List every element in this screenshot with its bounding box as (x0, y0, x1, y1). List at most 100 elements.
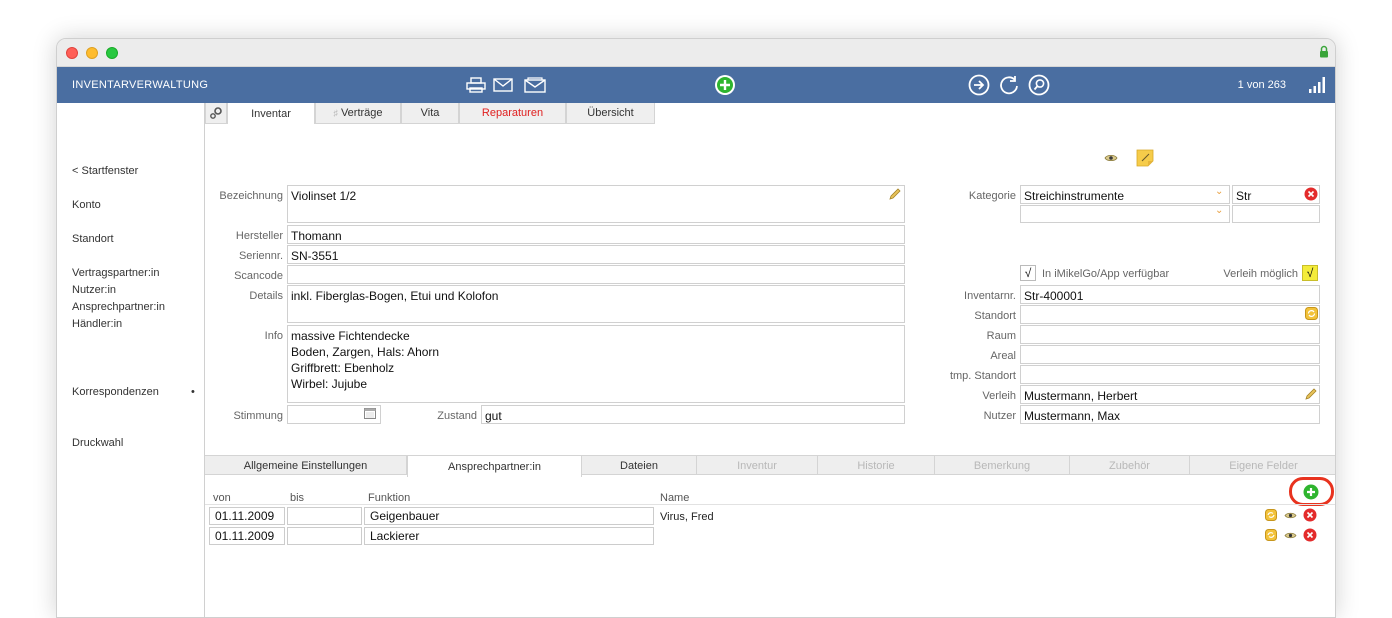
unterkategorie-chevron-icon[interactable]: ⌄ (1215, 205, 1223, 216)
seriennr-label: Seriennr. (238, 250, 283, 262)
sidebar-item-konto[interactable]: Konto (72, 199, 101, 211)
row1-name: Virus, Fred (660, 511, 714, 523)
refresh-icon[interactable] (997, 73, 1021, 97)
app-available-checkbox[interactable]: √ (1020, 265, 1036, 281)
arrow-right-icon[interactable] (967, 73, 991, 97)
row1-bis[interactable] (287, 507, 362, 525)
row2-refresh-icon[interactable] (1265, 529, 1277, 541)
areal-label: Areal (990, 350, 1016, 362)
column-bis: bis (290, 492, 305, 504)
unterkategorie-select[interactable] (1020, 205, 1230, 223)
header-divider (205, 504, 1335, 505)
calendar-icon[interactable] (364, 407, 376, 419)
tab-vertraege[interactable]: ♯ Verträge (315, 103, 401, 124)
subtab-ansprechpartner[interactable]: Ansprechpartner:in (407, 456, 582, 477)
tab-reparaturen[interactable]: Reparaturen (459, 103, 566, 124)
raum-field[interactable] (1020, 325, 1320, 344)
search-icon[interactable] (1027, 73, 1051, 97)
standort-field[interactable] (1020, 305, 1320, 324)
subtab-historie-label: Historie (857, 459, 895, 472)
row1-delete-icon[interactable] (1303, 508, 1317, 522)
sidebar-item-ansprechpartner[interactable]: Ansprechpartner:in (72, 301, 165, 313)
kategorie-chevron-icon[interactable]: ⌄ (1215, 186, 1223, 197)
subtab-eigene-felder: Eigene Felder (1190, 456, 1335, 475)
subtab-bemerkung: Bemerkung (935, 456, 1070, 475)
add-record-icon[interactable] (713, 73, 737, 97)
sidebar-item-haendler[interactable]: Händler:in (72, 318, 122, 330)
row1-funktion[interactable]: Geigenbauer (364, 507, 654, 525)
scancode-label: Scancode (234, 270, 283, 282)
subtab-ansprechpartner-label: Ansprechpartner:in (448, 460, 541, 473)
verleih-pencil-icon[interactable] (1304, 387, 1318, 401)
row2-eye-icon[interactable] (1284, 531, 1297, 540)
tab-uebersicht-label: Übersicht (587, 107, 634, 119)
nutzer-field[interactable]: Mustermann, Max (1020, 405, 1320, 424)
row2-delete-icon[interactable] (1303, 528, 1317, 542)
hersteller-field[interactable]: Thomann (287, 225, 905, 244)
zoom-window-button[interactable] (106, 47, 118, 59)
row1-eye-icon[interactable] (1284, 511, 1297, 520)
printer-icon[interactable] (465, 73, 487, 97)
sidebar-item-startfenster[interactable]: < Startfenster (72, 165, 138, 177)
inventarnr-field[interactable]: Str-400001 (1020, 285, 1320, 304)
row1-refresh-icon[interactable] (1265, 509, 1277, 521)
close-window-button[interactable] (66, 47, 78, 59)
row2-bis[interactable] (287, 527, 362, 545)
gears-icon (210, 107, 222, 119)
seriennr-field[interactable]: SN-3551 (287, 245, 905, 264)
sidebar-item-standort[interactable]: Standort (72, 233, 114, 245)
tab-vertraege-label: Verträge (340, 107, 383, 119)
minimize-window-button[interactable] (86, 47, 98, 59)
sidebar-item-korrespondenzen[interactable]: Korrespondenzen (72, 386, 159, 398)
subtab-zubehoer-label: Zubehör (1109, 459, 1150, 472)
verleih-field[interactable]: Mustermann, Herbert (1020, 385, 1320, 404)
mail-open-icon[interactable] (523, 73, 547, 97)
row2-funktion[interactable]: Lackierer (364, 527, 654, 545)
note-icon[interactable] (1136, 149, 1154, 167)
subtab-inventur: Inventur (697, 456, 818, 475)
zustand-field[interactable]: gut (481, 405, 905, 424)
details-label: Details (249, 290, 283, 302)
bezeichnung-label: Bezeichnung (219, 190, 283, 202)
row1-von[interactable]: 01.11.2009 (209, 507, 285, 525)
eye-icon[interactable] (1104, 153, 1118, 163)
verleih-moeglich-checkbox[interactable]: √ (1302, 265, 1318, 281)
tab-vita[interactable]: Vita (401, 103, 459, 124)
tab-inventar[interactable]: Inventar (227, 103, 315, 124)
subtab-allgemein[interactable]: Allgemeine Einstellungen (205, 456, 407, 475)
unterkategorie-code-field[interactable] (1232, 205, 1320, 223)
sidebar-item-nutzer[interactable]: Nutzer:in (72, 284, 116, 296)
inventarnr-label: Inventarnr. (964, 290, 1016, 302)
sidebar: < Startfenster Konto Standort Vertragspa… (57, 103, 205, 617)
kategorie-select[interactable]: Streichinstrumente (1020, 185, 1230, 204)
subtab-dateien-label: Dateien (620, 459, 658, 472)
add-contact-icon[interactable] (1303, 484, 1319, 500)
verleih-moeglich-label: Verleih möglich (1223, 268, 1298, 280)
sidebar-item-vertragspartner[interactable]: Vertragspartner:in (72, 267, 159, 279)
sidebar-item-druckwahl[interactable]: Druckwahl (72, 437, 123, 449)
tab-vertraege-marker-icon: ♯ (333, 108, 338, 118)
kategorie-clear-icon[interactable] (1304, 187, 1318, 201)
subtab-dateien[interactable]: Dateien (582, 456, 697, 475)
column-name: Name (660, 492, 690, 504)
zustand-label: Zustand (437, 410, 477, 422)
tmp-standort-field[interactable] (1020, 365, 1320, 384)
standort-lookup-icon[interactable] (1305, 307, 1318, 320)
app-title: INVENTARVERWALTUNG (72, 79, 209, 91)
pencil-icon[interactable] (888, 187, 902, 201)
bezeichnung-field[interactable]: Violinset 1/2 (287, 185, 905, 223)
detail-tabs: Allgemeine Einstellungen Ansprechpartner… (205, 455, 1335, 477)
column-von: von (213, 492, 231, 504)
row2-von[interactable]: 01.11.2009 (209, 527, 285, 545)
mail-icon[interactable] (492, 73, 514, 97)
info-field[interactable]: massive Fichtendecke Boden, Zargen, Hals… (287, 325, 905, 403)
areal-field[interactable] (1020, 345, 1320, 364)
app-available-label: In iMikelGo/App verfügbar (1042, 268, 1170, 280)
tab-uebersicht[interactable]: Übersicht (566, 103, 655, 124)
tab-inventar-label: Inventar (251, 107, 291, 120)
lock-icon (1320, 45, 1328, 58)
hersteller-label: Hersteller (235, 230, 283, 242)
tab-settings[interactable] (205, 103, 227, 124)
scancode-field[interactable] (287, 265, 905, 284)
details-field[interactable]: inkl. Fiberglas-Bogen, Etui und Kolofon (287, 285, 905, 323)
